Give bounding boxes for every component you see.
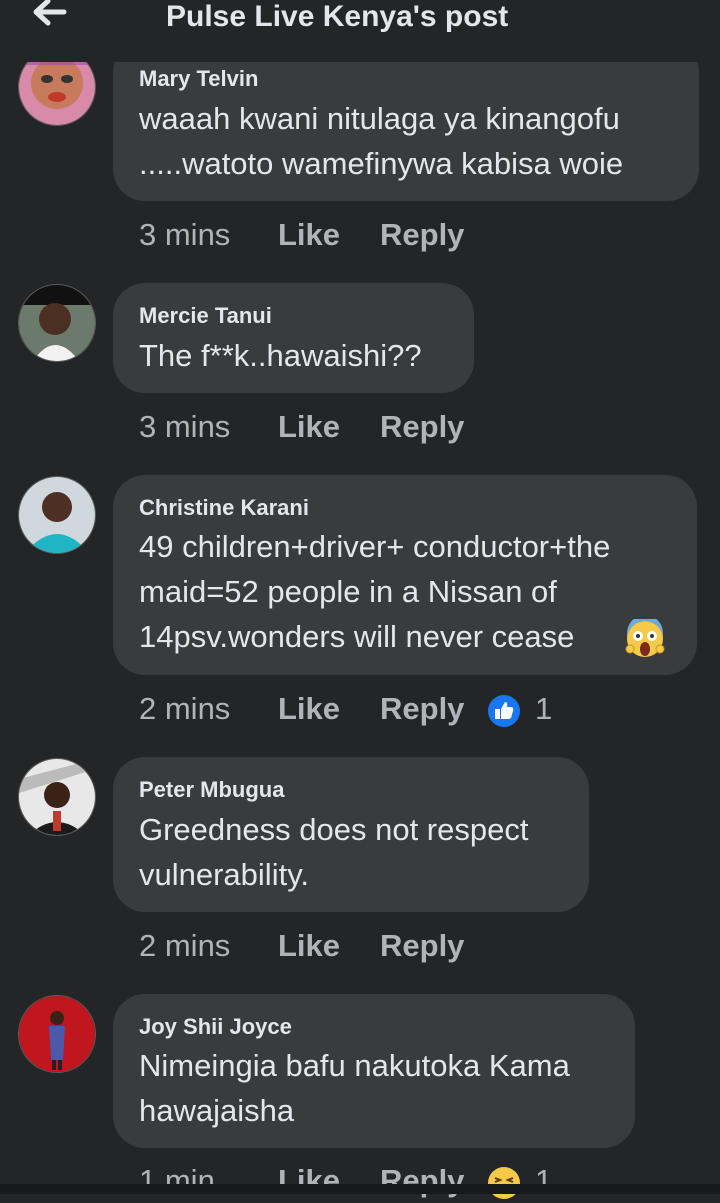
comment-bubble: Mercie Tanui The f**k..hawaishi??	[113, 283, 474, 393]
like-button[interactable]: Like	[278, 928, 340, 964]
like-button[interactable]: Like	[278, 217, 340, 253]
comment-text-line: vulnerability.	[139, 857, 310, 892]
comment-time[interactable]: 3 mins	[139, 409, 230, 445]
comment-text-line: maid=52 people in a Nissan of	[139, 574, 557, 609]
comment-text-line: The f**k..hawaishi??	[139, 338, 422, 373]
comment-time[interactable]: 2 mins	[139, 928, 230, 964]
comment-bubble: Joy Shii Joyce Nimeingia bafu nakutoka K…	[113, 994, 635, 1148]
comment-text-line: hawajaisha	[139, 1093, 295, 1128]
comment-text-line: Greedness does not respect	[139, 812, 529, 847]
comment-author[interactable]: Christine Karani	[139, 495, 309, 521]
like-button[interactable]: Like	[278, 691, 340, 727]
like-button[interactable]: Like	[278, 409, 340, 445]
reply-button[interactable]: Reply	[380, 928, 464, 964]
comment-bubble: Mary Telvin waaah kwani nitulaga ya kina…	[113, 40, 699, 201]
reply-button[interactable]: Reply	[380, 691, 464, 727]
arrow-left-icon	[33, 0, 67, 26]
comment-text-line: 14psv.wonders will never cease	[139, 619, 575, 654]
reaction-count[interactable]: 1	[535, 691, 552, 727]
comment-text-line: waaah kwani nitulaga ya kinangofu	[139, 101, 620, 136]
comment-text-line: .....watoto wamefinywa kabisa woie	[139, 146, 624, 181]
screaming-face-emoji	[625, 619, 665, 657]
bottom-bar	[0, 1184, 720, 1194]
comment-bubble: Peter Mbugua Greedness does not respect …	[113, 757, 589, 912]
top-bar: Pulse Live Kenya's post	[0, 0, 720, 62]
comment-bubble: Christine Karani 49 children+driver+ con…	[113, 475, 697, 675]
comment-author[interactable]: Peter Mbugua	[139, 777, 284, 803]
comment-author[interactable]: Mary Telvin	[139, 66, 258, 92]
comment-text-line: 49 children+driver+ conductor+the	[139, 529, 611, 564]
back-button[interactable]	[28, 0, 72, 32]
avatar[interactable]	[18, 758, 96, 836]
page-title: Pulse Live Kenya's post	[166, 0, 509, 33]
reply-button[interactable]: Reply	[380, 217, 464, 253]
comment-text-line: Nimeingia bafu nakutoka Kama	[139, 1048, 570, 1083]
avatar[interactable]	[18, 284, 96, 362]
reply-button[interactable]: Reply	[380, 409, 464, 445]
comment-time[interactable]: 2 mins	[139, 691, 230, 727]
like-reaction-icon[interactable]	[487, 694, 521, 728]
comment-author[interactable]: Joy Shii Joyce	[139, 1014, 292, 1040]
avatar[interactable]	[18, 995, 96, 1073]
comment-author[interactable]: Mercie Tanui	[139, 303, 272, 329]
haha-reaction-icon[interactable]	[487, 1166, 521, 1200]
comment-time[interactable]: 3 mins	[139, 217, 230, 253]
avatar[interactable]	[18, 476, 96, 554]
